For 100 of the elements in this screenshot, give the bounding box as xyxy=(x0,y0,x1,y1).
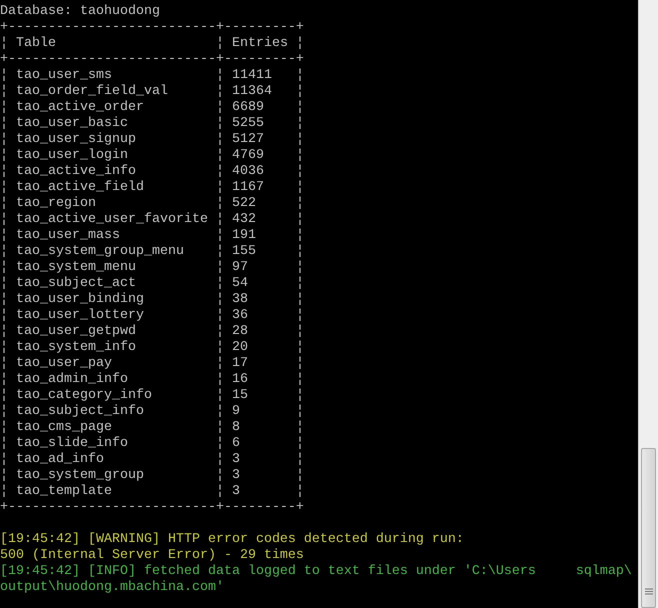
column-separator: ¦ xyxy=(216,180,224,195)
column-separator: ¦ xyxy=(0,372,8,387)
column-separator: ¦ xyxy=(296,404,304,419)
table-name-cell-text: tao_system_group xyxy=(16,468,145,484)
column-separator: ¦ xyxy=(0,436,8,451)
column-separator: ¦ xyxy=(216,84,224,99)
column-separator: ¦ xyxy=(0,116,8,131)
column-separator: ¦ xyxy=(296,244,304,259)
log-text: [19:45:42] [INFO] fetched data logged to text files under 'C:\Users xyxy=(0,564,536,579)
column-header: Entries xyxy=(232,36,288,52)
column-separator: ¦ xyxy=(0,420,8,435)
table-name-cell-text: tao_user_lottery xyxy=(16,308,145,324)
column-separator: ¦ xyxy=(296,260,304,275)
column-separator: ¦ xyxy=(0,68,8,83)
column-separator: ¦ xyxy=(296,276,304,291)
column-separator: ¦ xyxy=(216,116,224,131)
table-name-cell-text: tao_user_getpwd xyxy=(16,324,137,340)
entries-cell-text: 6689 xyxy=(232,100,265,116)
table-name-cell-text: tao_user_login xyxy=(16,148,129,164)
table-name-cell-text: tao_subject_info xyxy=(16,404,145,420)
column-separator: ¦ xyxy=(0,84,8,99)
column-separator: ¦ xyxy=(216,292,224,307)
entries-cell-text: 11411 xyxy=(232,68,273,84)
table-border: +--------------------------+---------+ xyxy=(0,500,304,515)
column-separator: ¦ xyxy=(216,68,224,83)
column-separator: ¦ xyxy=(296,292,304,307)
table-name-cell-text: tao_category_info xyxy=(16,388,153,404)
column-separator: ¦ xyxy=(0,404,8,419)
table-name-cell-text: tao_user_basic xyxy=(16,116,129,132)
entries-cell-text: 15 xyxy=(232,388,249,404)
grip-icon xyxy=(644,588,652,595)
scrollbar-thumb[interactable] xyxy=(641,448,656,608)
column-separator: ¦ xyxy=(296,452,304,467)
scrollbar-track[interactable] xyxy=(638,0,658,608)
column-separator: ¦ xyxy=(296,436,304,451)
entries-cell-text: 54 xyxy=(232,276,249,292)
column-separator: ¦ xyxy=(216,164,224,179)
column-separator: ¦ xyxy=(216,132,224,147)
entries-cell-text: 97 xyxy=(232,260,249,276)
entries-cell-text: 8 xyxy=(232,420,241,436)
column-separator: ¦ xyxy=(216,100,224,115)
column-separator: ¦ xyxy=(296,484,304,499)
entries-cell-text: 3 xyxy=(232,452,241,468)
column-separator: ¦ xyxy=(216,452,224,467)
column-separator: ¦ xyxy=(216,484,224,499)
column-separator: ¦ xyxy=(296,180,304,195)
column-separator: ¦ xyxy=(296,228,304,243)
column-separator: ¦ xyxy=(296,388,304,403)
table-name-cell-text: tao_template xyxy=(16,484,113,500)
table-name-cell-text: tao_user_mass xyxy=(16,228,121,244)
column-separator: ¦ xyxy=(216,212,224,227)
table-name-cell-text: tao_admin_info xyxy=(16,372,129,388)
column-separator: ¦ xyxy=(0,484,8,499)
entries-cell-text: 16 xyxy=(232,372,249,388)
table-border: +--------------------------+---------+ xyxy=(0,20,304,35)
column-separator: ¦ xyxy=(296,84,304,99)
column-separator: ¦ xyxy=(296,116,304,131)
entries-cell-text: 3 xyxy=(232,468,241,484)
table-name-cell-text: tao_user_signup xyxy=(16,132,137,148)
column-separator: ¦ xyxy=(296,324,304,339)
column-separator: ¦ xyxy=(296,148,304,163)
entries-cell-text: 28 xyxy=(232,324,249,340)
column-separator: ¦ xyxy=(296,36,304,51)
column-separator: ¦ xyxy=(0,244,8,259)
column-header: Table xyxy=(16,36,57,52)
column-separator: ¦ xyxy=(216,356,224,371)
column-separator: ¦ xyxy=(296,372,304,387)
entries-cell-text: 5127 xyxy=(232,132,265,148)
column-separator: ¦ xyxy=(0,164,8,179)
column-separator: ¦ xyxy=(216,276,224,291)
column-separator: ¦ xyxy=(296,356,304,371)
column-separator: ¦ xyxy=(296,308,304,323)
column-separator: ¦ xyxy=(0,148,8,163)
table-name-cell-text: tao_system_group_menu xyxy=(16,244,185,260)
entries-cell-text: 522 xyxy=(232,196,257,212)
log-text: [19:45:42] [WARNING] HTTP error codes detected during run: xyxy=(0,532,464,547)
column-separator: ¦ xyxy=(216,340,224,355)
entries-cell-text: 155 xyxy=(232,244,257,260)
entries-cell-text: 9 xyxy=(232,404,241,420)
column-separator: ¦ xyxy=(216,324,224,339)
table-name-cell-text: tao_active_order xyxy=(16,100,145,116)
column-separator: ¦ xyxy=(296,468,304,483)
column-separator: ¦ xyxy=(0,452,8,467)
column-separator: ¦ xyxy=(0,100,8,115)
column-separator: ¦ xyxy=(0,340,8,355)
column-separator: ¦ xyxy=(216,372,224,387)
column-separator: ¦ xyxy=(0,180,8,195)
table-name-cell-text: tao_subject_act xyxy=(16,276,137,292)
column-separator: ¦ xyxy=(0,388,8,403)
column-separator: ¦ xyxy=(0,36,8,51)
entries-cell-text: 5255 xyxy=(232,116,265,132)
entries-cell-text: 191 xyxy=(232,228,257,244)
column-separator: ¦ xyxy=(216,196,224,211)
database-heading: Database: taohuodong xyxy=(0,4,160,19)
entries-cell-text: 3 xyxy=(232,484,241,500)
column-separator: ¦ xyxy=(0,292,8,307)
column-separator: ¦ xyxy=(0,356,8,371)
column-separator: ¦ xyxy=(216,36,224,51)
table-name-cell-text: tao_cms_page xyxy=(16,420,113,436)
column-separator: ¦ xyxy=(0,212,8,227)
